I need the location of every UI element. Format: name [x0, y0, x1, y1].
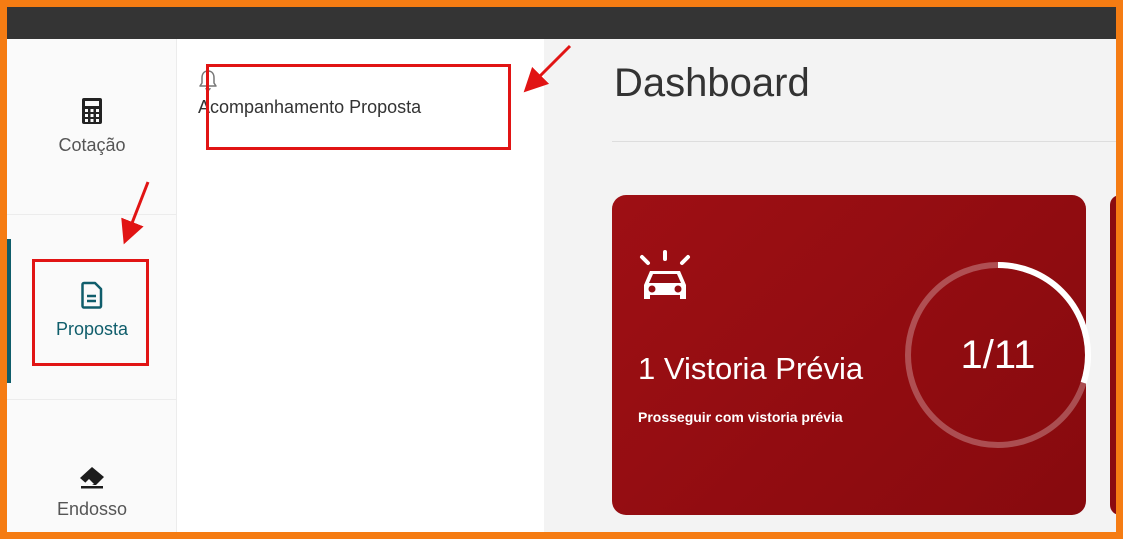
vistoria-previa-card[interactable]: 1 Vistoria Prévia Prosseguir com vistori… [612, 195, 1091, 515]
screenshot-frame: Cotação Proposta Endosso Acompanhamento … [0, 0, 1123, 539]
annotation-box-submenu [206, 64, 511, 150]
calculator-icon [82, 98, 102, 124]
main-content: Dashboard 1 Vistoria Prévia Prosseguir c… [544, 39, 1116, 532]
sidebar-item-label: Endosso [56, 499, 128, 519]
card-title: 1 Vistoria Prévia [638, 351, 864, 386]
card-subtitle: Prosseguir com vistoria prévia [638, 409, 843, 425]
eraser-icon [80, 467, 104, 489]
next-card-edge [1110, 195, 1116, 515]
page-title: Dashboard [614, 61, 810, 105]
sidebar-divider [7, 214, 177, 215]
sidebar-item-label: Cotação [58, 135, 126, 155]
annotation-box-proposta [32, 259, 149, 366]
sidebar-divider [7, 399, 177, 400]
progress-counter: 1/11 [960, 332, 1036, 377]
top-bar [7, 7, 1116, 39]
sidebar-item-endosso[interactable]: Endosso [7, 465, 177, 520]
sidebar-item-cotacao[interactable]: Cotação [7, 97, 177, 156]
title-divider [612, 141, 1116, 142]
car-alarm-icon [640, 250, 690, 299]
